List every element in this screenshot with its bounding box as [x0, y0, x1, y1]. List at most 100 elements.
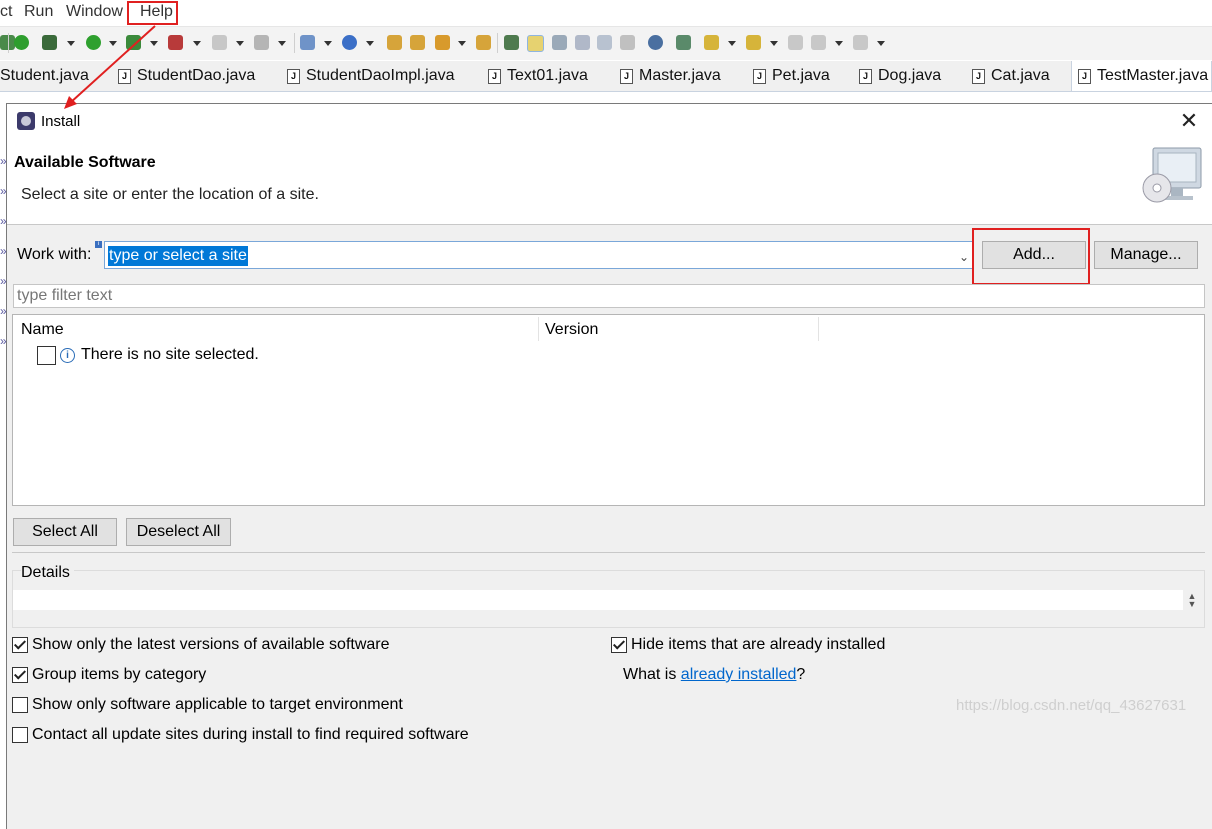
- next-annotation-dropdown-icon[interactable]: [728, 41, 736, 46]
- group-by-category-checkbox[interactable]: [12, 667, 28, 683]
- select-all-button[interactable]: Select All: [13, 518, 117, 546]
- toggle-mark-icon[interactable]: [552, 35, 567, 50]
- already-installed-link[interactable]: already installed: [681, 666, 797, 684]
- debug-dropdown-icon[interactable]: [67, 41, 75, 46]
- tab-master[interactable]: J Master.java: [620, 61, 721, 91]
- tab-student-dao-impl[interactable]: J StudentDaoImpl.java: [287, 61, 455, 91]
- debug-icon[interactable]: [42, 35, 57, 50]
- tab-text01[interactable]: J Text01.java: [488, 61, 588, 91]
- watermark-text: https://blog.csdn.net/qq_43627631: [956, 697, 1187, 714]
- spell-check-icon[interactable]: [676, 35, 691, 50]
- applicable-software-checkbox[interactable]: [12, 697, 28, 713]
- open-task-icon[interactable]: [476, 35, 491, 50]
- column-header-version[interactable]: Version: [545, 321, 598, 339]
- last-edit-icon[interactable]: [788, 35, 803, 50]
- globe-icon[interactable]: [648, 35, 663, 50]
- forward-dropdown-icon[interactable]: [877, 41, 885, 46]
- menu-window[interactable]: Window: [66, 3, 123, 21]
- software-table: Name Version i There is no site selected…: [12, 314, 1205, 506]
- deselect-all-button[interactable]: Deselect All: [126, 518, 231, 546]
- power-icon[interactable]: [14, 35, 29, 50]
- new-class-icon[interactable]: [342, 35, 357, 50]
- new-project-dropdown-icon[interactable]: [324, 41, 332, 46]
- java-file-icon: J: [753, 68, 766, 84]
- coverage-icon[interactable]: [126, 35, 141, 50]
- dialog-title: Install: [41, 113, 81, 130]
- highlight-icon[interactable]: [527, 35, 544, 52]
- menu-run[interactable]: Run: [24, 3, 53, 21]
- filter-input[interactable]: [14, 285, 1200, 307]
- run-icon[interactable]: [86, 35, 101, 50]
- contact-update-sites-checkbox[interactable]: [12, 727, 28, 743]
- editor-gutter: » » » » » » »: [0, 92, 7, 828]
- external-tools-dropdown-icon[interactable]: [193, 41, 201, 46]
- option-label: Show only the latest versions of availab…: [32, 636, 390, 653]
- terminal-dropdown-icon[interactable]: [278, 41, 286, 46]
- tab-label: TestMaster.java: [1097, 67, 1209, 84]
- search-icon[interactable]: [435, 35, 450, 50]
- site-combo-value[interactable]: type or select a site: [108, 246, 248, 266]
- tab-test-master[interactable]: J TestMaster.java: [1071, 61, 1212, 91]
- column-divider[interactable]: [538, 317, 539, 341]
- option-applicable-software[interactable]: Show only software applicable to target …: [12, 696, 403, 714]
- tab-student[interactable]: Student.java: [0, 61, 89, 91]
- previous-annotation-dropdown-icon[interactable]: [770, 41, 778, 46]
- open-type-icon[interactable]: [410, 35, 425, 50]
- details-scroll-icon[interactable]: ▲ ▼: [1187, 592, 1197, 609]
- row-checkbox[interactable]: [37, 345, 56, 365]
- tab-label: Student.java: [0, 67, 89, 84]
- site-combo-box[interactable]: type or select a site ⌄: [104, 241, 974, 269]
- new-class-dropdown-icon[interactable]: [366, 41, 374, 46]
- column-header-name[interactable]: Name: [21, 321, 64, 339]
- tab-dog[interactable]: J Dog.java: [859, 61, 941, 91]
- gutter-marker: »: [0, 154, 7, 168]
- block-select-icon[interactable]: [575, 35, 590, 50]
- next-annotation-icon[interactable]: [704, 35, 719, 50]
- manage-button[interactable]: Manage...: [1094, 241, 1198, 269]
- dialog-header: Available Software Select a site or ente…: [7, 140, 1212, 225]
- gutter-marker: »: [0, 334, 7, 348]
- option-contact-update-sites[interactable]: Contact all update sites during install …: [12, 726, 469, 744]
- forward-icon[interactable]: [853, 35, 868, 50]
- option-label: Group items by category: [32, 666, 207, 683]
- gutter-marker: »: [0, 274, 7, 288]
- latest-versions-checkbox[interactable]: [12, 637, 28, 653]
- column-divider[interactable]: [818, 317, 819, 341]
- stop-icon[interactable]: [212, 35, 227, 50]
- info-icon: i: [95, 241, 102, 248]
- hide-installed-checkbox[interactable]: [611, 637, 627, 653]
- add-highlight-box: [972, 228, 1090, 285]
- back-icon[interactable]: [811, 35, 826, 50]
- previous-annotation-icon[interactable]: [746, 35, 761, 50]
- new-project-icon[interactable]: [300, 35, 315, 50]
- already-installed-prompt: What is already installed ?: [623, 666, 805, 684]
- section-title: Available Software: [14, 154, 156, 171]
- filter-field[interactable]: [13, 284, 1205, 308]
- tab-cat[interactable]: J Cat.java: [972, 61, 1050, 91]
- annotation-icon[interactable]: [504, 35, 519, 50]
- back-dropdown-icon[interactable]: [835, 41, 843, 46]
- coverage-dropdown-icon[interactable]: [150, 41, 158, 46]
- show-whitespace-icon[interactable]: [620, 35, 635, 50]
- option-latest-versions[interactable]: Show only the latest versions of availab…: [12, 636, 390, 654]
- section-description: Select a site or enter the location of a…: [21, 186, 319, 203]
- tab-student-dao[interactable]: J StudentDao.java: [118, 61, 255, 91]
- external-tools-icon[interactable]: [168, 35, 183, 50]
- stop-dropdown-icon[interactable]: [236, 41, 244, 46]
- chevron-down-icon[interactable]: ⌄: [959, 250, 969, 264]
- what-is-prefix: What is: [623, 666, 681, 683]
- run-dropdown-icon[interactable]: [109, 41, 117, 46]
- terminal-icon[interactable]: [254, 35, 269, 50]
- tab-pet[interactable]: J Pet.java: [753, 61, 830, 91]
- close-button[interactable]: ✕: [1177, 109, 1201, 133]
- option-group-by-category[interactable]: Group items by category: [12, 666, 206, 684]
- open-folder-icon[interactable]: [387, 35, 402, 50]
- what-is-suffix: ?: [796, 666, 806, 683]
- no-site-message: There is no site selected.: [81, 346, 259, 363]
- dialog-title-bar: Install ✕: [7, 104, 1212, 140]
- menu-project[interactable]: ct: [0, 3, 12, 21]
- word-wrap-icon[interactable]: [597, 35, 612, 50]
- search-dropdown-icon[interactable]: [458, 41, 466, 46]
- tab-label: StudentDao.java: [137, 67, 256, 84]
- option-hide-installed[interactable]: Hide items that are already installed: [611, 636, 885, 654]
